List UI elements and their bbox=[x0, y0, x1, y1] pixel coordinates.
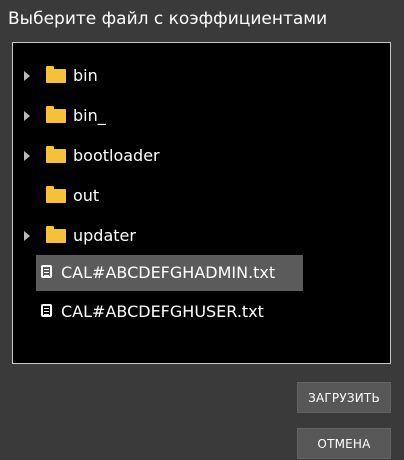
folder-row-bin_[interactable]: bin_ bbox=[13, 99, 390, 133]
cancel-button[interactable]: ОТМЕНА bbox=[297, 428, 391, 459]
expand-arrow-icon[interactable] bbox=[24, 99, 34, 133]
folder-row-updater[interactable]: updater bbox=[13, 219, 390, 253]
load-button[interactable]: ЗАГРУЗИТЬ bbox=[297, 382, 391, 413]
folder-icon bbox=[46, 226, 66, 243]
folder-label: updater bbox=[73, 226, 136, 245]
expand-arrow-icon[interactable] bbox=[24, 139, 34, 173]
file-label: CAL#ABCDEFGHUSER.txt bbox=[61, 302, 264, 321]
file-row-user[interactable]: CAL#ABCDEFGHUSER.txt bbox=[36, 294, 303, 330]
folder-icon bbox=[46, 146, 66, 163]
folder-label: bin_ bbox=[73, 106, 106, 125]
folder-icon bbox=[46, 106, 66, 123]
folder-row-bootloader[interactable]: bootloader bbox=[13, 139, 390, 173]
text-file-icon bbox=[41, 265, 52, 278]
file-label: CAL#ABCDEFGHADMIN.txt bbox=[61, 263, 276, 282]
expand-arrow-icon[interactable] bbox=[24, 219, 34, 253]
dialog-title: Выберите файл с коэффициентами bbox=[8, 9, 328, 29]
folder-label: bootloader bbox=[73, 146, 160, 165]
folder-label: bin bbox=[73, 66, 98, 85]
file-chooser-dialog: Выберите файл с коэффициентами bin bin_ … bbox=[0, 0, 404, 460]
folder-row-out[interactable]: out bbox=[13, 179, 390, 213]
text-file-icon bbox=[41, 304, 52, 317]
folder-label: out bbox=[73, 186, 100, 205]
file-tree-panel[interactable]: bin bin_ bootloader out updater CAL#ABCD… bbox=[12, 42, 391, 364]
folder-icon bbox=[46, 66, 66, 83]
folder-row-bin[interactable]: bin bbox=[13, 59, 390, 93]
expand-arrow-icon[interactable] bbox=[24, 59, 34, 93]
folder-icon bbox=[46, 186, 66, 203]
file-row-admin[interactable]: CAL#ABCDEFGHADMIN.txt bbox=[36, 255, 303, 291]
